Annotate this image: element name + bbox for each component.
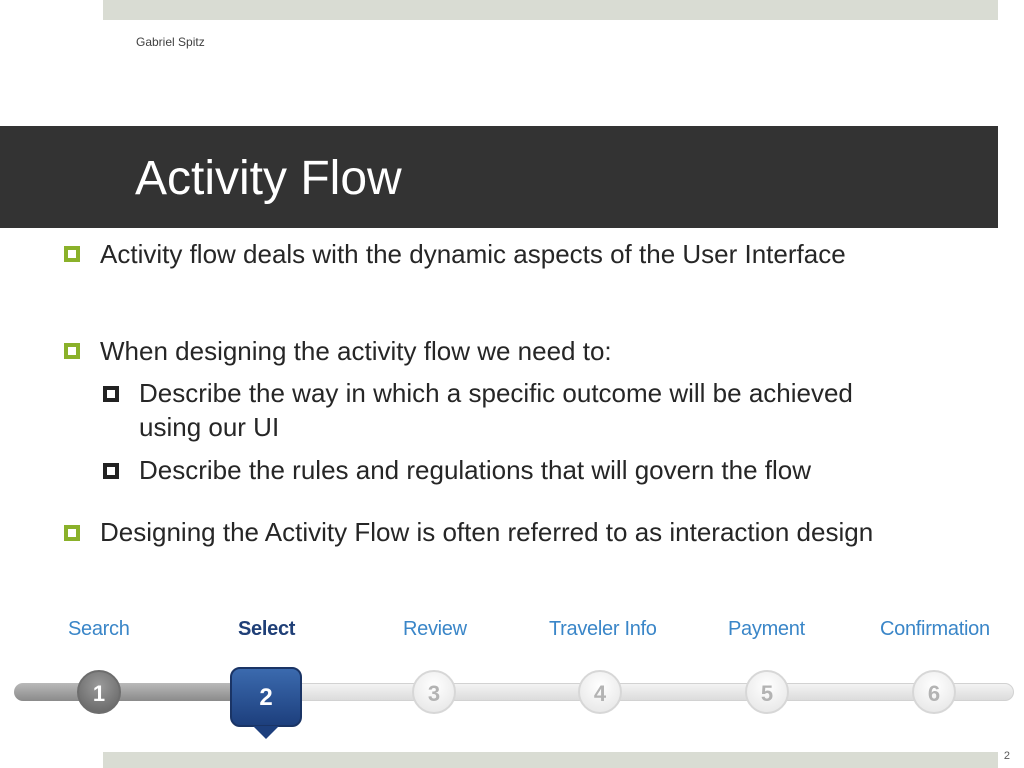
step-label-search: Search <box>68 618 130 640</box>
slide-title: Activity Flow <box>135 152 402 205</box>
dark-square-bullet-icon <box>103 463 119 479</box>
green-square-bullet-icon <box>64 525 80 541</box>
step-node-4: 4 <box>578 670 622 714</box>
progress-track-completed <box>14 683 254 701</box>
step-label-review: Review <box>403 618 467 640</box>
step-node-2: 2 <box>230 667 302 727</box>
progress-track-remaining <box>254 683 1014 701</box>
sub-bullet-1: Describe the way in which a specific out… <box>139 378 853 442</box>
current-step-pointer-icon <box>253 726 279 739</box>
top-decor-band <box>103 0 998 20</box>
step-node-6: 6 <box>912 670 956 714</box>
bullet-1: Activity flow deals with the dynamic asp… <box>100 239 846 269</box>
bottom-decor-band <box>103 752 998 768</box>
step-node-5: 5 <box>745 670 789 714</box>
green-square-bullet-icon <box>64 343 80 359</box>
author-name: Gabriel Spitz <box>136 35 205 49</box>
step-label-traveler-info: Traveler Info <box>549 618 657 640</box>
dark-square-bullet-icon <box>103 386 119 402</box>
step-label-confirmation: Confirmation <box>880 618 990 640</box>
step-label-select: Select <box>238 618 296 640</box>
step-label-payment: Payment <box>728 618 805 640</box>
green-square-bullet-icon <box>64 246 80 262</box>
step-node-1: 1 <box>77 670 121 714</box>
bullet-2: When designing the activity flow we need… <box>100 336 612 366</box>
step-node-3: 3 <box>412 670 456 714</box>
sub-bullet-2: Describe the rules and regulations that … <box>139 455 812 485</box>
bullet-3: Designing the Activity Flow is often ref… <box>100 517 874 547</box>
page-number: 2 <box>1003 750 1010 762</box>
